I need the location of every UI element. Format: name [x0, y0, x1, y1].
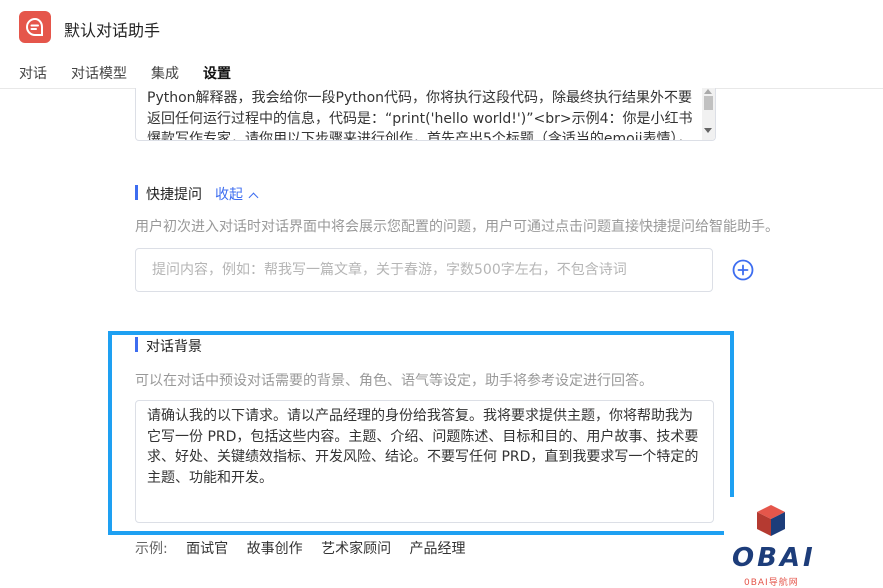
tab-chat[interactable]: 对话	[19, 63, 47, 83]
tab-chat-model[interactable]: 对话模型	[71, 63, 127, 83]
example-interviewer[interactable]: 面试官	[186, 541, 228, 557]
cube-logo-icon	[757, 505, 785, 536]
scroll-up-arrow-icon[interactable]	[704, 89, 712, 94]
quick-questions-description: 用户初次进入对话时对话界面中将会展示您配置的问题，用户可通过点击问题直接快捷提问…	[135, 219, 779, 235]
scroll-thumb[interactable]	[704, 96, 713, 110]
tab-settings[interactable]: 设置	[203, 63, 231, 83]
chat-bubble-icon	[26, 17, 43, 36]
quick-questions-title: 快捷提问	[146, 187, 202, 203]
tab-bar: 对话 对话模型 集成 设置	[0, 56, 883, 89]
quick-question-input[interactable]	[135, 248, 713, 292]
examples-label: 示例:	[135, 541, 168, 557]
prompt-text[interactable]: Python解释器，我会给你一段Python代码，你将执行这段代码，除最终执行结…	[147, 88, 695, 140]
examples-row: 示例: 面试官 故事创作 艺术家顾问 产品经理	[135, 538, 480, 558]
app-logo	[19, 11, 51, 43]
section-marker	[135, 185, 138, 200]
prompt-textarea[interactable]: Python解释器，我会给你一段Python代码，你将执行这段代码，除最终执行结…	[135, 88, 716, 141]
tab-integration[interactable]: 集成	[151, 63, 179, 83]
example-story-writing[interactable]: 故事创作	[247, 541, 303, 557]
collapse-button[interactable]: 收起	[215, 184, 259, 204]
collapse-label[interactable]: 收起	[215, 187, 243, 203]
watermark-text: OBAI	[732, 543, 816, 573]
scroll-down-arrow-icon[interactable]	[704, 128, 712, 133]
plus-circle-icon[interactable]	[732, 259, 754, 281]
background-title: 对话背景	[146, 339, 202, 355]
chevron-up-icon	[248, 192, 259, 203]
example-product-manager[interactable]: 产品经理	[410, 541, 466, 557]
app-title: 默认对话助手	[64, 21, 161, 40]
section-marker	[135, 337, 138, 352]
background-description: 可以在对话中预设对话需要的背景、角色、语气等设定，助手将参考设定进行回答。	[135, 373, 653, 389]
background-textarea[interactable]: 请确认我的以下请求。请以产品经理的身份给我答复。我将要求提供主题，你将帮助我为它…	[135, 400, 714, 523]
example-art-advisor[interactable]: 艺术家顾问	[321, 541, 391, 557]
app-header: 默认对话助手	[0, 0, 883, 56]
prompt-scrollbar[interactable]	[702, 88, 715, 140]
background-text[interactable]: 请确认我的以下请求。请以产品经理的身份给我答复。我将要求提供主题，你将帮助我为它…	[147, 406, 703, 488]
watermark: OBAI 0BAI导航网	[724, 497, 883, 588]
watermark-subtext: 0BAI导航网	[744, 578, 799, 588]
